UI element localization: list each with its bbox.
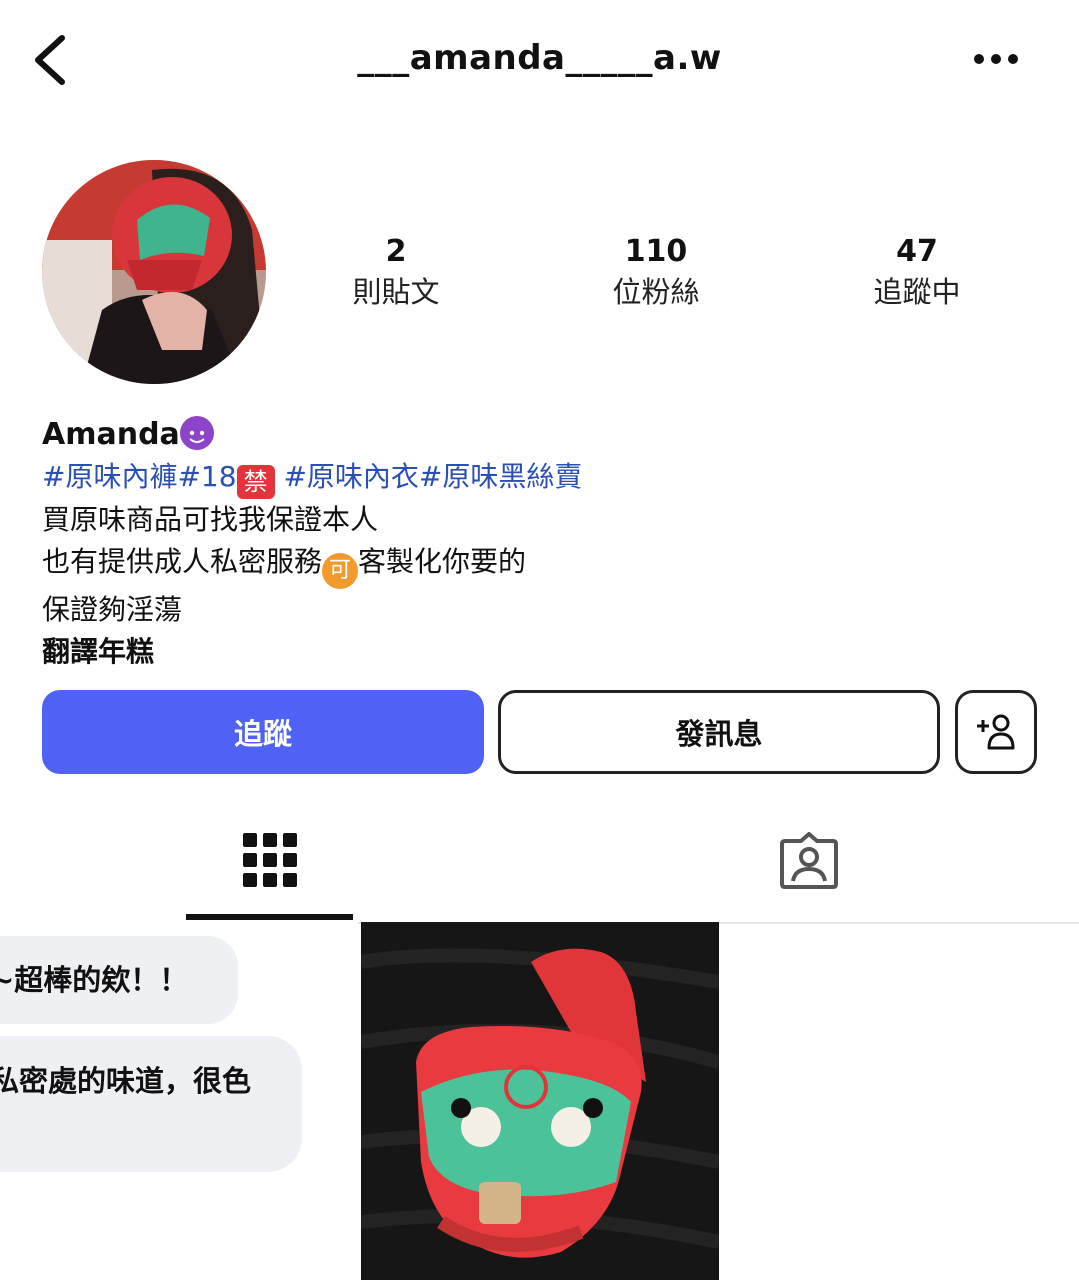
chat-bubble-2: 私密處的味道，很色 — [0, 1036, 302, 1172]
display-name-line: Amanda — [42, 414, 1022, 456]
posts-count: 2 — [385, 234, 407, 269]
acceptable-badge-icon: 可 — [322, 553, 359, 589]
active-tab-indicator — [186, 914, 353, 920]
top-bar: ___amanda_____a.w — [0, 0, 1079, 120]
more-options-button[interactable] — [971, 44, 1021, 74]
hashtags-part1[interactable]: #原味內褲#18 — [42, 460, 237, 493]
follow-button[interactable]: 追蹤 — [42, 690, 484, 774]
profile-bio: Amanda #原味內褲#18 禁 #原味內衣#原味黑絲賣 買原味商品可找我保證本… — [42, 414, 1022, 673]
chat-bubble-1: ~超棒的欸！！ — [0, 936, 238, 1024]
post-image-2 — [361, 922, 719, 1280]
following-label: 追蹤中 — [873, 275, 961, 309]
posts-label: 則貼文 — [352, 275, 440, 309]
bio-line-3: 保證夠淫蕩 — [42, 593, 183, 626]
grid-icon — [242, 833, 297, 887]
profile-username: ___amanda_____a.w — [357, 38, 722, 78]
stat-following[interactable]: 47 追蹤中 — [817, 232, 1017, 312]
add-person-icon — [977, 714, 1015, 750]
tab-tagged[interactable] — [725, 800, 892, 920]
hashtags-line[interactable]: #原味內褲#18 禁 #原味內衣#原味黑絲賣 — [42, 456, 1022, 499]
stat-posts[interactable]: 2 則貼文 — [296, 232, 496, 312]
stat-followers[interactable]: 110 位粉絲 — [556, 232, 756, 312]
message-button[interactable]: 發訊息 — [498, 690, 940, 774]
following-count: 47 — [896, 234, 938, 269]
avatar-image — [42, 160, 266, 384]
followers-label: 位粉絲 — [612, 275, 700, 309]
post-thumbnail-1[interactable]: ~超棒的欸！！ 私密處的味道，很色 — [0, 922, 358, 1280]
see-translation-link[interactable]: 翻譯年糕 — [42, 631, 1022, 673]
tab-posts-grid[interactable] — [186, 800, 353, 920]
smiling-devil-emoji-icon — [179, 416, 214, 450]
tagged-person-icon — [779, 832, 838, 889]
profile-avatar[interactable] — [42, 160, 266, 384]
hashtags-part2[interactable]: #原味內衣#原味黑絲賣 — [275, 460, 582, 493]
bio-line-2: 也有提供成人私密服務可客製化你要的 — [42, 541, 1022, 589]
bio-line-2b: 客製化你要的 — [358, 545, 527, 578]
more-horizontal-icon — [974, 54, 1018, 64]
bio-line-2a: 也有提供成人私密服務 — [42, 545, 323, 578]
post-thumbnail-2[interactable] — [361, 922, 719, 1280]
followers-count: 110 — [624, 234, 688, 269]
display-name: Amanda — [42, 417, 180, 452]
bio-line-1: 買原味商品可找我保證本人 — [42, 503, 379, 536]
prohibited-badge-icon: 禁 — [236, 465, 275, 499]
profile-tabs — [0, 800, 1079, 924]
suggested-accounts-button[interactable] — [955, 690, 1037, 774]
